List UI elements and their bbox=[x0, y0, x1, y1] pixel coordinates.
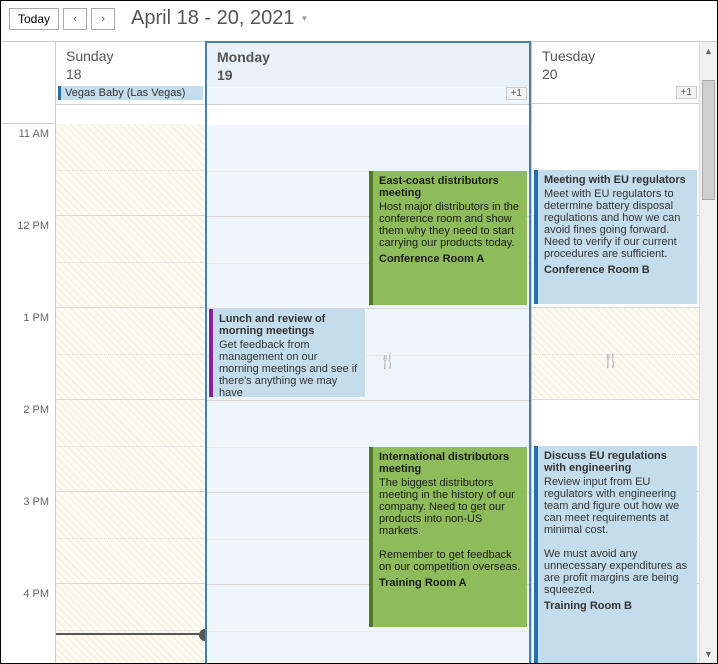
event-location: Conference Room B bbox=[544, 264, 691, 276]
day-columns: Sunday 18 Vegas Baby (Las Vegas) Monday … bbox=[55, 41, 699, 663]
event-title: Meeting with EU regulators bbox=[544, 174, 691, 186]
day-column-monday[interactable]: Monday 19 +1 🍴 Lunch and review of morni… bbox=[205, 41, 531, 663]
prev-button[interactable]: ‹ bbox=[63, 8, 87, 30]
next-button[interactable]: › bbox=[91, 8, 115, 30]
event-desc: Review input from EU regulators with eng… bbox=[544, 476, 691, 596]
allday-row: +1 bbox=[207, 87, 529, 105]
time-label: 4 PM bbox=[23, 588, 49, 600]
allday-event[interactable]: Vegas Baby (Las Vegas) bbox=[58, 86, 203, 100]
event-title: International distributors meeting bbox=[379, 451, 521, 475]
scroll-thumb[interactable] bbox=[702, 80, 715, 200]
time-label: 2 PM bbox=[23, 404, 49, 416]
day-body[interactable] bbox=[56, 124, 205, 663]
meal-icon: 🍴 bbox=[379, 353, 396, 370]
toolbar: Today ‹ › April 18 - 20, 2021 ▼ bbox=[1, 1, 717, 36]
day-number: 19 bbox=[207, 67, 529, 87]
scroll-down-icon[interactable]: ▼ bbox=[700, 645, 717, 663]
overflow-badge[interactable]: +1 bbox=[506, 87, 527, 100]
chevron-down-icon: ▼ bbox=[300, 14, 308, 23]
day-column-tuesday[interactable]: Tuesday 20 +1 🍴 Meeting with EU regulato… bbox=[531, 41, 699, 663]
calendar-grid: 11 AM 12 PM 1 PM 2 PM 3 PM 4 PM Sunday 1… bbox=[1, 41, 699, 663]
event-title: Lunch and review of morning meetings bbox=[219, 313, 359, 337]
event-location: Conference Room A bbox=[379, 253, 521, 265]
allday-row: Vegas Baby (Las Vegas) bbox=[56, 86, 205, 105]
event-desc: Host major distributors in the conferenc… bbox=[379, 201, 521, 249]
date-range-text: April 18 - 20, 2021 bbox=[131, 7, 294, 30]
time-label: 11 AM bbox=[19, 128, 49, 140]
time-label: 1 PM bbox=[23, 312, 49, 324]
date-range-label[interactable]: April 18 - 20, 2021 ▼ bbox=[131, 7, 308, 30]
vertical-scrollbar[interactable]: ▲ ▼ bbox=[699, 41, 717, 663]
time-label: 12 PM bbox=[17, 220, 49, 232]
overflow-badge[interactable]: +1 bbox=[676, 86, 697, 99]
day-number: 18 bbox=[56, 66, 205, 86]
event-eu-engineering[interactable]: Discuss EU regulations with engineering … bbox=[534, 446, 697, 664]
event-desc: Get feedback from management on our morn… bbox=[219, 339, 359, 397]
day-name: Monday bbox=[207, 43, 529, 67]
event-title: Discuss EU regulations with engineering bbox=[544, 450, 691, 474]
day-body[interactable]: 🍴 Meeting with EU regulators Meet with E… bbox=[532, 124, 699, 663]
event-desc: Meet with EU regulators to determine bat… bbox=[544, 188, 691, 260]
event-eu-regulators[interactable]: Meeting with EU regulators Meet with EU … bbox=[534, 170, 697, 304]
event-location: Training Room A bbox=[379, 577, 521, 589]
scroll-up-icon[interactable]: ▲ bbox=[700, 42, 717, 60]
event-title: East-coast distributors meeting bbox=[379, 175, 521, 199]
time-gutter: 11 AM 12 PM 1 PM 2 PM 3 PM 4 PM bbox=[1, 41, 55, 663]
calendar-app: Today ‹ › April 18 - 20, 2021 ▼ 11 AM 12… bbox=[0, 0, 718, 664]
day-body[interactable]: 🍴 Lunch and review of morning meetings G… bbox=[207, 125, 529, 663]
today-button[interactable]: Today bbox=[9, 8, 59, 30]
day-column-sunday[interactable]: Sunday 18 Vegas Baby (Las Vegas) bbox=[55, 41, 205, 663]
meal-icon: 🍴 bbox=[602, 352, 619, 369]
event-eastcoast[interactable]: East-coast distributors meeting Host maj… bbox=[369, 171, 527, 305]
day-name: Tuesday bbox=[532, 42, 699, 66]
allday-row: +1 bbox=[532, 86, 699, 104]
event-international[interactable]: International distributors meeting The b… bbox=[369, 447, 527, 627]
event-desc: The biggest distributors meeting in the … bbox=[379, 477, 521, 573]
event-location: Training Room B bbox=[544, 600, 691, 612]
day-number: 20 bbox=[532, 66, 699, 86]
day-name: Sunday bbox=[56, 42, 205, 66]
event-lunch[interactable]: Lunch and review of morning meetings Get… bbox=[209, 309, 365, 397]
time-label: 3 PM bbox=[23, 496, 49, 508]
current-time-indicator bbox=[56, 633, 205, 635]
